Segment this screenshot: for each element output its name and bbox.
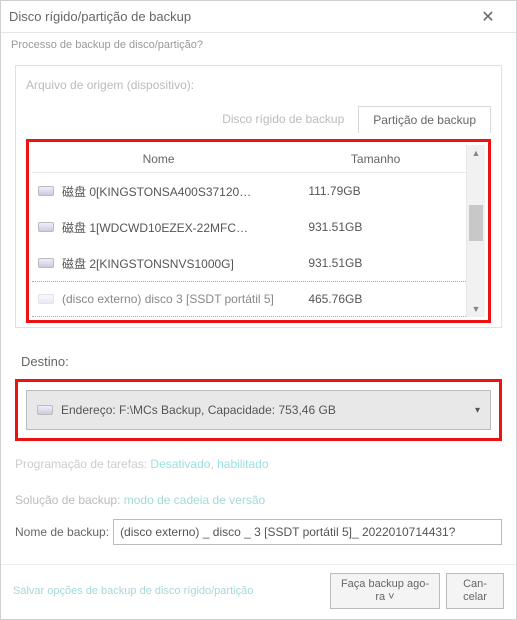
chevron-down-icon: ▾ xyxy=(475,405,480,416)
disk-icon xyxy=(38,294,54,304)
schedule-row: Programação de tarefas: Desativado, habi… xyxy=(15,457,502,471)
schedule-disabled-link[interactable]: Desativado xyxy=(150,457,210,471)
destination-label: Destino: xyxy=(15,354,502,369)
scroll-up-icon[interactable]: ▲ xyxy=(467,145,485,161)
window-title: Disco rígido/partição de backup xyxy=(9,9,468,24)
solution-row: Solução de backup: modo de cadeia de ver… xyxy=(15,493,502,507)
disk-icon xyxy=(38,258,54,268)
table-row[interactable]: 磁盘 2[KINGSTONSNVS1000G] 931.51GB xyxy=(32,245,466,281)
cell-size: 931.51GB xyxy=(278,220,460,234)
col-size: Tamanho xyxy=(285,152,466,166)
cell-size: 111.79GB xyxy=(278,184,460,198)
solution-prefix: Solução de backup: xyxy=(15,493,124,507)
disk-table: Nome Tamanho 磁盘 0[KINGSTONSA400S37120… 1… xyxy=(32,145,485,317)
tab-hdd-backup[interactable]: Disco rígido de backup xyxy=(208,106,358,133)
disk-icon xyxy=(38,186,54,196)
cancel-button[interactable]: Can- celar xyxy=(446,573,504,609)
schedule-prefix: Programação de tarefas: xyxy=(15,457,150,471)
scroll-down-icon[interactable]: ▼ xyxy=(467,301,485,317)
tab-strip: Disco rígido de backup Partição de backu… xyxy=(26,106,491,133)
table-row[interactable]: 磁盘 1[WDCWD10EZEX-22MFC… 931.51GB xyxy=(32,209,466,245)
backup-name-row: Nome de backup: xyxy=(15,519,502,545)
save-options-link[interactable]: Salvar opções de backup de disco rígido/… xyxy=(13,585,330,597)
close-icon[interactable]: ✕ xyxy=(468,2,508,32)
source-panel: Arquivo de origem (dispositivo): Disco r… xyxy=(15,65,502,328)
col-name: Nome xyxy=(32,152,285,166)
process-link[interactable]: Processo de backup de disco/partição? xyxy=(1,33,516,57)
source-highlight: Nome Tamanho 磁盘 0[KINGSTONSA400S37120… 1… xyxy=(26,139,491,323)
cell-size: 465.76GB xyxy=(278,292,460,306)
cell-size: 931.51GB xyxy=(278,256,460,270)
backup-now-button[interactable]: Faça backup ago- ra ˅ xyxy=(330,573,440,609)
destination-dropdown[interactable]: Endereço: F:\MCs Backup, Capacidade: 753… xyxy=(26,390,491,430)
destination-value: Endereço: F:\MCs Backup, Capacidade: 753… xyxy=(61,403,475,417)
table-header: Nome Tamanho xyxy=(32,145,466,173)
destination-highlight: Endereço: F:\MCs Backup, Capacidade: 753… xyxy=(15,379,502,441)
disk-icon xyxy=(37,405,53,415)
source-label: Arquivo de origem (dispositivo): xyxy=(26,78,491,92)
scrollbar[interactable]: ▲ ▼ xyxy=(467,145,485,317)
schedule-enabled-link[interactable]: habilitado xyxy=(217,457,268,471)
cell-name: 磁盘 0[KINGSTONSA400S37120… xyxy=(62,183,278,200)
titlebar: Disco rígido/partição de backup ✕ xyxy=(1,1,516,33)
disk-icon xyxy=(38,222,54,232)
tab-partition-backup[interactable]: Partição de backup xyxy=(358,106,491,133)
cell-name: 磁盘 2[KINGSTONSNVS1000G] xyxy=(62,255,278,272)
dialog-window: Disco rígido/partição de backup ✕ Proces… xyxy=(0,0,517,620)
table-row-selected[interactable]: (disco externo) disco 3 [SSDT portátil 5… xyxy=(32,281,466,317)
footer: Salvar opções de backup de disco rígido/… xyxy=(1,564,516,619)
cell-name: (disco externo) disco 3 [SSDT portátil 5… xyxy=(62,292,278,306)
destination-section: Destino: Endereço: F:\MCs Backup, Capaci… xyxy=(15,354,502,441)
solution-link[interactable]: modo de cadeia de versão xyxy=(124,493,265,507)
scroll-thumb[interactable] xyxy=(469,205,483,241)
table-row[interactable]: 磁盘 0[KINGSTONSA400S37120… 111.79GB xyxy=(32,173,466,209)
backup-name-label: Nome de backup: xyxy=(15,525,109,539)
cell-name: 磁盘 1[WDCWD10EZEX-22MFC… xyxy=(62,219,278,236)
backup-name-input[interactable] xyxy=(113,519,502,545)
